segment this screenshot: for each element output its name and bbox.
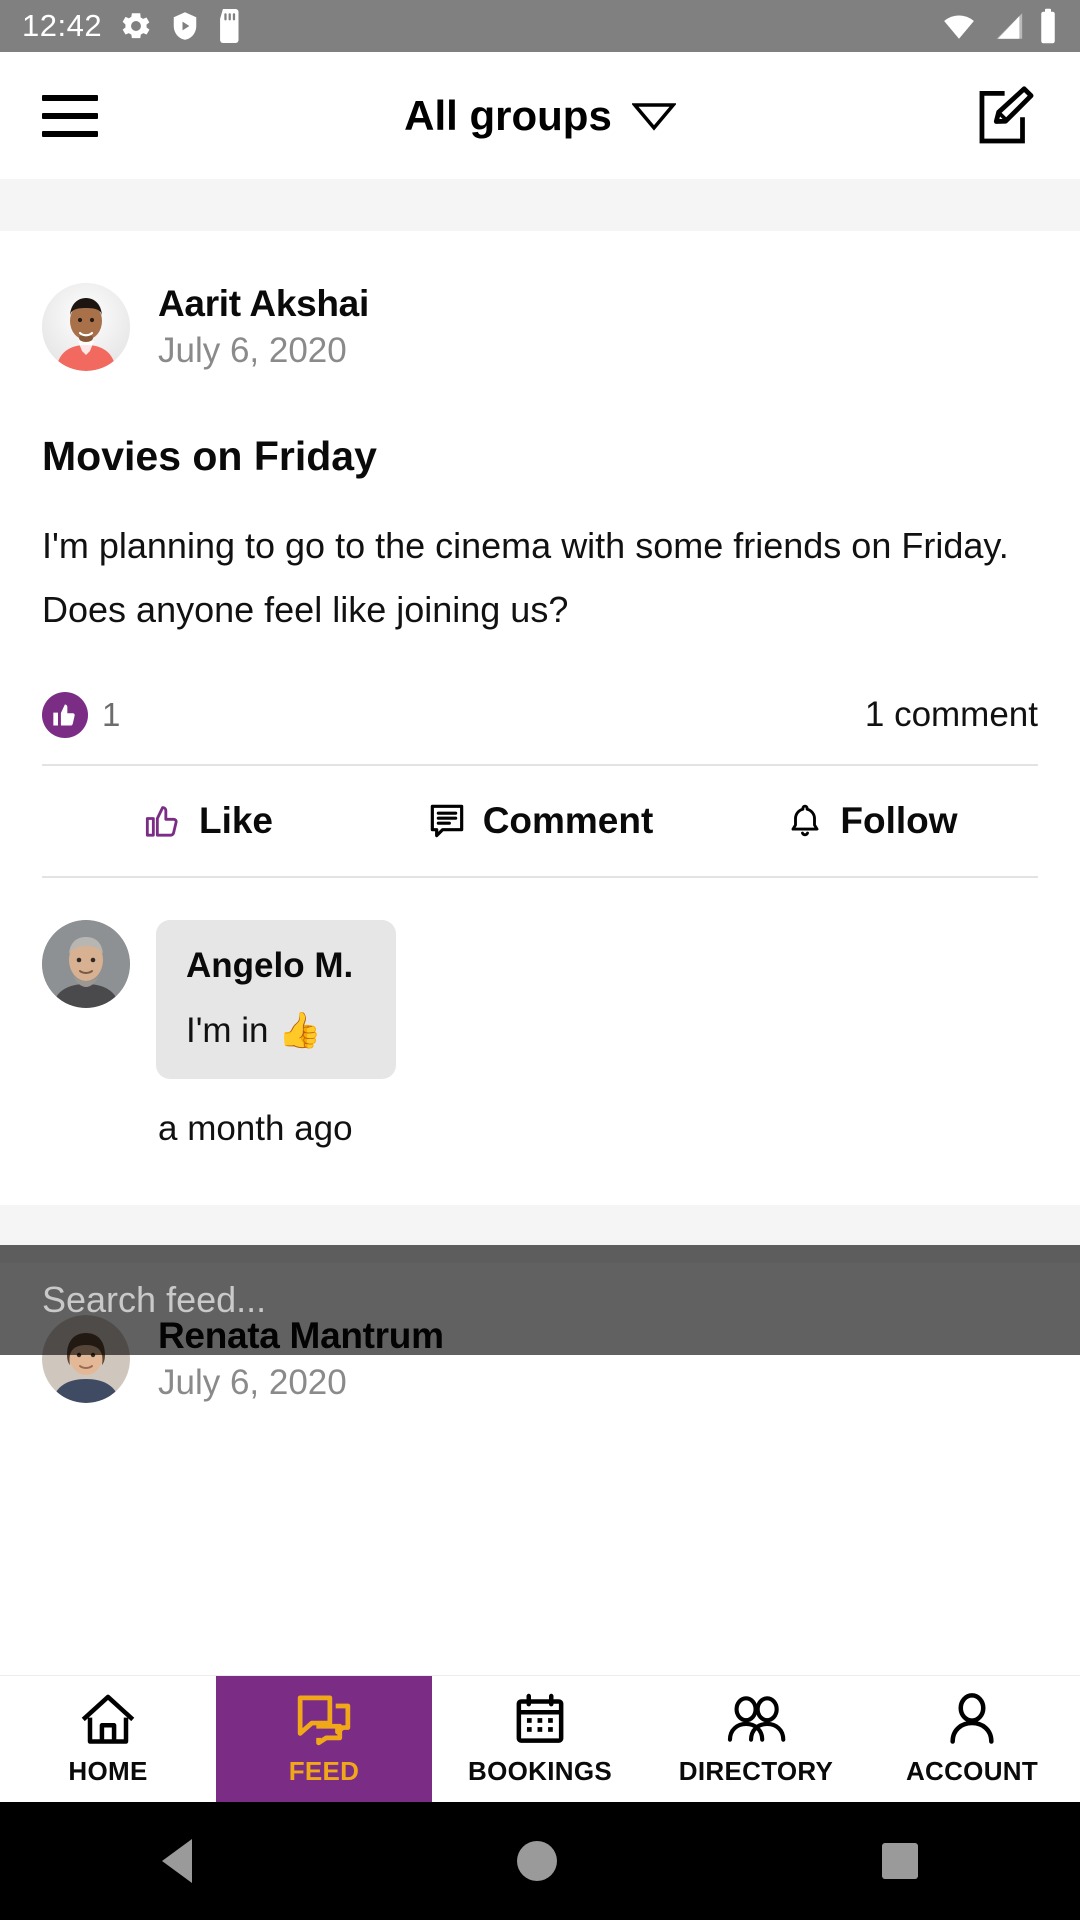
card-bottom-padding — [42, 1149, 1038, 1205]
status-bar-right — [940, 8, 1058, 44]
search-feed-overlay[interactable]: Search feed... — [0, 1245, 1080, 1355]
comment-text: I'm in 👍 — [186, 1011, 322, 1051]
comment-item: Angelo M. I'm in 👍 a month ago — [42, 878, 1038, 1149]
post-meta: Aarit Akshai July 6, 2020 — [158, 283, 369, 371]
home-icon — [81, 1694, 135, 1744]
group-selector[interactable]: All groups — [0, 52, 1080, 179]
comment-bubble: Angelo M. I'm in 👍 — [156, 920, 396, 1080]
nav-item-bookings[interactable]: BOOKINGS — [432, 1676, 648, 1802]
app-header: All groups — [0, 52, 1080, 179]
nav-item-home[interactable]: HOME — [0, 1676, 216, 1802]
comment-button[interactable]: Comment — [374, 766, 706, 876]
comment-count[interactable]: 1 comment — [865, 695, 1038, 735]
post-header: Aarit Akshai July 6, 2020 — [42, 231, 1038, 371]
thumbs-up-outline-icon — [145, 806, 178, 837]
nav-label-directory: DIRECTORY — [678, 1755, 834, 1786]
comment-label: Comment — [482, 800, 654, 842]
cellular-signal-icon — [996, 13, 1023, 39]
post-card: Aarit Akshai July 6, 2020 Movies on Frid… — [0, 231, 1080, 1206]
nav-label-feed: FEED — [288, 1755, 360, 1786]
people-icon — [727, 1695, 786, 1742]
feed-top-spacer — [0, 179, 1080, 231]
battery-icon — [1041, 8, 1055, 44]
comment-body: Angelo M. I'm in 👍 a month ago — [156, 920, 396, 1149]
nav-item-directory[interactable]: DIRECTORY — [648, 1676, 864, 1802]
comment-timestamp: a month ago — [158, 1109, 353, 1149]
shield-play-icon — [173, 12, 197, 40]
next-post-date: July 6, 2020 — [158, 1363, 347, 1403]
status-bar: 12:42 — [0, 0, 1080, 52]
post-actions: Like Comment Follow — [42, 766, 1038, 876]
post-date: July 6, 2020 — [158, 331, 347, 370]
search-input[interactable]: Search feed... — [42, 1279, 266, 1321]
follow-button[interactable]: Follow — [706, 766, 1038, 876]
avatar[interactable] — [42, 283, 130, 371]
comment-avatar[interactable] — [42, 920, 130, 1009]
comment-avatar-image — [42, 920, 130, 1009]
comment-bubble-icon — [430, 804, 463, 838]
nav-label-bookings: BOOKINGS — [468, 1755, 612, 1786]
status-bar-left: 12:42 — [22, 8, 243, 44]
nav-item-feed[interactable]: FEED — [216, 1676, 432, 1802]
like-label: Like — [198, 800, 274, 842]
post-counts-row: 1 1 comment — [42, 692, 1038, 764]
bell-icon — [791, 804, 819, 837]
compose-edit-icon[interactable] — [976, 85, 1038, 147]
nav-item-account[interactable]: ACCOUNT — [864, 1676, 1080, 1802]
thumbs-up-filled-icon — [42, 692, 88, 739]
follow-label: Follow — [840, 800, 958, 842]
comment-author[interactable]: Angelo M. — [186, 946, 366, 986]
bottom-navigation: HOME FEED BOOKINGS DIRECTORY ACCOUNT — [0, 1675, 1080, 1802]
post-author[interactable]: Aarit Akshai — [158, 283, 369, 325]
back-triangle-icon[interactable] — [162, 1839, 193, 1883]
feed-chat-icon — [297, 1694, 351, 1745]
system-navigation-bar — [0, 1802, 1080, 1920]
post-title: Movies on Friday — [42, 433, 377, 479]
recents-square-icon[interactable] — [881, 1843, 918, 1879]
sd-card-icon — [220, 9, 239, 43]
page-title[interactable]: All groups — [404, 92, 612, 140]
post-body: I'm planning to go to the cinema with so… — [42, 525, 1009, 631]
status-bar-clock: 12:42 — [22, 8, 103, 43]
person-icon — [950, 1692, 994, 1744]
gear-icon — [122, 13, 150, 39]
home-circle-icon[interactable] — [516, 1841, 557, 1881]
like-button[interactable]: Like — [42, 766, 374, 876]
avatar-image — [42, 283, 130, 371]
calendar-icon — [516, 1693, 564, 1743]
nav-label-home: HOME — [68, 1755, 148, 1786]
nav-label-account: ACCOUNT — [905, 1755, 1039, 1786]
reaction-count: 1 — [102, 696, 121, 734]
hamburger-menu-icon[interactable] — [42, 94, 98, 137]
chevron-down-icon[interactable] — [631, 101, 676, 131]
wifi-icon — [944, 15, 974, 39]
